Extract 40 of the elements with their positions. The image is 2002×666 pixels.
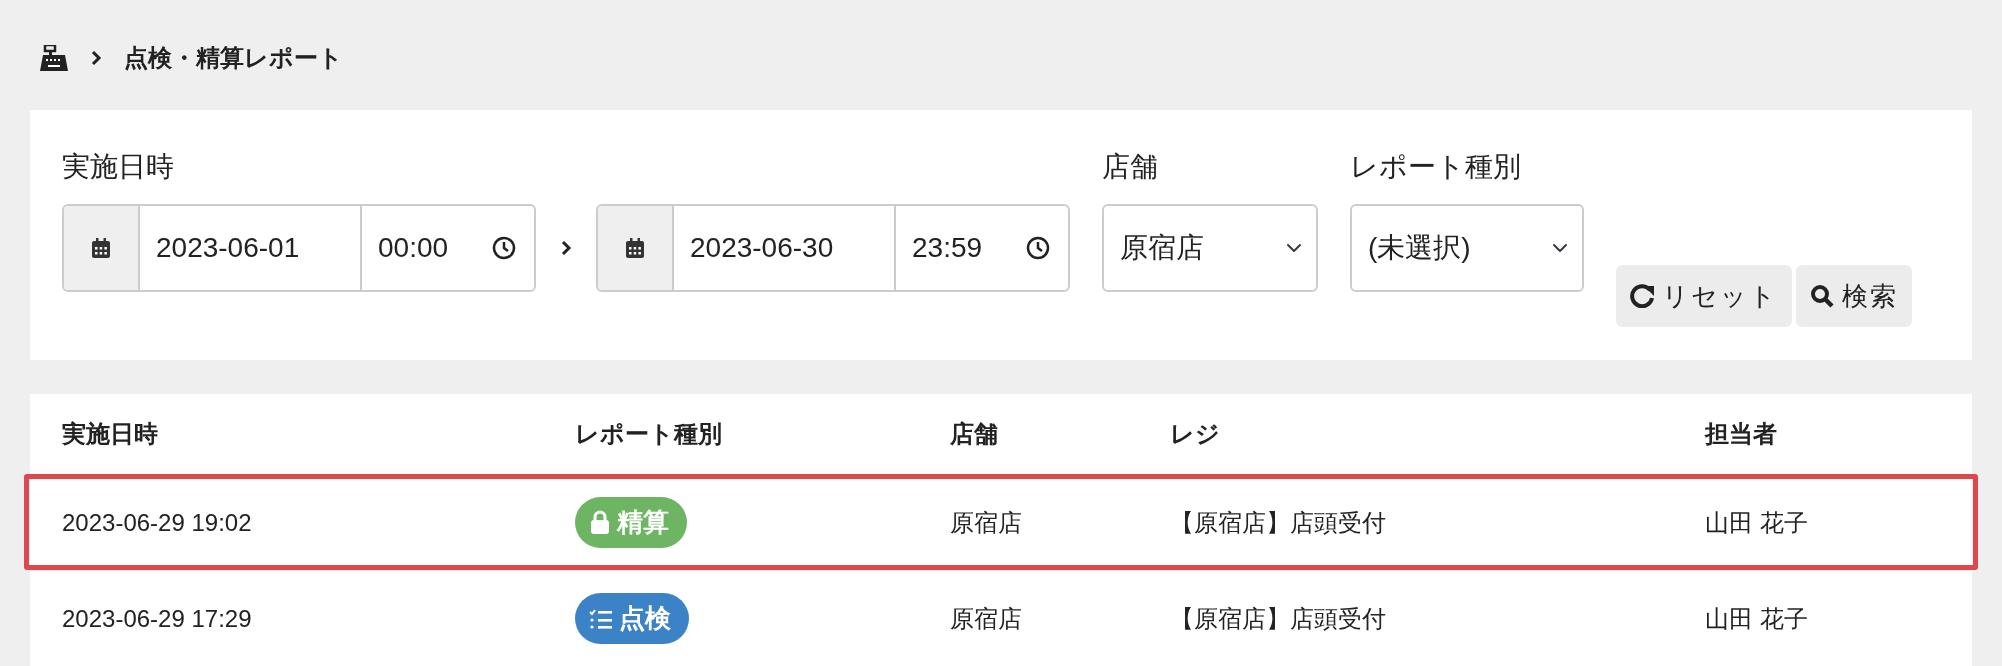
cash-register-icon [40,44,68,72]
search-icon [1810,284,1834,308]
column-header: レポート種別 [575,419,723,449]
calendar-button[interactable] [598,206,674,290]
column-header: レジ [1170,419,1221,449]
table-cell-text: 原宿店 [950,603,1023,634]
column-header: 店舗 [950,419,999,449]
table-cell-text: 2023-06-29 17:29 [62,603,253,634]
store-select[interactable]: 原宿店 [1102,204,1318,292]
store-label: 店舗 [1102,150,1159,184]
table-cell-text: 原宿店 [950,507,1023,538]
table-cell-text: 【原宿店】店頭受付 [1170,603,1387,634]
calendar-button[interactable] [64,206,140,290]
calendar-icon [625,238,645,258]
column-header: 実施日時 [62,419,159,449]
datetime-input-group[interactable]: 2023-06-30 23:59 [596,204,1070,292]
page-title: 点検・精算レポート [124,43,343,73]
report-type-select[interactable]: (未選択) [1350,204,1584,292]
reset-button[interactable]: リセット [1616,265,1792,327]
datetime-input-group[interactable]: 2023-06-01 00:00 [62,204,536,292]
checklist-icon [589,607,613,630]
clock-icon [1026,236,1050,260]
table-cell-text: 山田 花子 [1705,507,1809,538]
column-header: 担当者 [1705,419,1778,449]
search-button[interactable]: 検索 [1796,265,1912,327]
report-type-badge: 精算 [575,497,687,548]
table-cell-text: 山田 花子 [1705,603,1809,634]
clock-icon [492,236,516,260]
report-type-label: レポート種別 [1350,150,1522,184]
table-cell-text: 【原宿店】店頭受付 [1170,507,1387,538]
lock-icon [589,510,611,535]
table-cell-text: 2023-06-29 19:02 [62,507,253,538]
time-field[interactable]: 00:00 [378,227,474,269]
chevron-right-icon [90,50,102,66]
refresh-icon [1630,284,1654,308]
date-label: 実施日時 [62,150,175,184]
time-field[interactable]: 23:59 [912,227,1008,269]
chevron-right-icon [560,240,572,256]
report-type-badge: 点検 [575,593,689,644]
calendar-icon [91,238,111,258]
